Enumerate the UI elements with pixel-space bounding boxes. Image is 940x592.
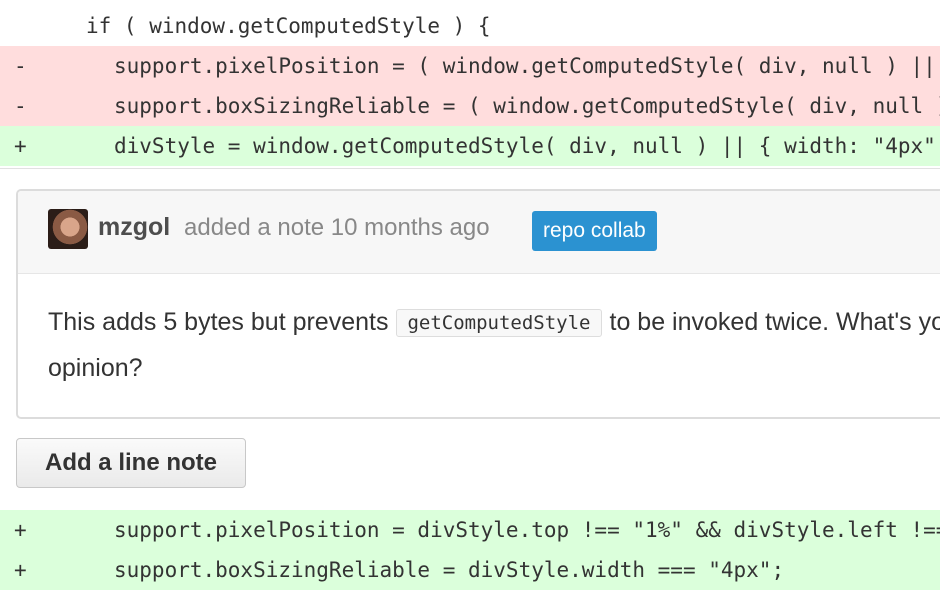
comment-text: This adds 5 bytes but prevents [48, 308, 389, 336]
diff-line-addition: + support.pixelPosition = divStyle.top !… [0, 510, 940, 550]
repo-collab-badge: repo collab [532, 211, 657, 251]
comment-text: opinion? [48, 354, 143, 382]
diff-line-deletion: - support.pixelPosition = ( window.getCo… [0, 46, 940, 86]
diff-line-addition: + support.boxSizingReliable = divStyle.w… [0, 550, 940, 590]
diff-line-addition: + divStyle = window.getComputedStyle( di… [0, 126, 940, 166]
comment-body: This adds 5 bytes but prevents getCompute… [48, 299, 940, 391]
diff-line-deletion: - support.boxSizingReliable = ( window.g… [0, 86, 940, 126]
add-line-note-button[interactable]: Add a line note [16, 438, 246, 488]
diff-code: divStyle = window.getComputedStyle( div,… [114, 134, 940, 158]
diff-code: support.pixelPosition = ( window.getComp… [114, 54, 936, 78]
comment-meta: added a note 10 months ago [184, 214, 490, 241]
diff-sign: - [14, 54, 27, 78]
comment-header: mzgol added a note 10 months ago repo co… [18, 191, 940, 274]
inline-note-area: mzgol added a note 10 months ago repo co… [0, 168, 940, 512]
diff-code: support.boxSizingReliable = ( window.get… [114, 94, 940, 118]
diff-sign: - [14, 94, 27, 118]
comment-text: to be invoked twice. What's your [609, 308, 940, 336]
diff-code: support.pixelPosition = divStyle.top !==… [114, 518, 940, 542]
diff-sign: + [14, 558, 27, 582]
diff-code: support.boxSizingReliable = divStyle.wid… [114, 558, 785, 582]
line-comment: mzgol added a note 10 months ago repo co… [16, 189, 940, 419]
diff-line-context: if ( window.getComputedStyle ) { [0, 6, 940, 46]
comment-author-link[interactable]: mzgol [98, 213, 170, 242]
avatar[interactable] [48, 209, 88, 249]
diff-code: if ( window.getComputedStyle ) { [86, 14, 491, 38]
diff-sign: + [14, 518, 27, 542]
inline-code: getComputedStyle [396, 309, 602, 338]
diff-sign: + [14, 134, 27, 158]
